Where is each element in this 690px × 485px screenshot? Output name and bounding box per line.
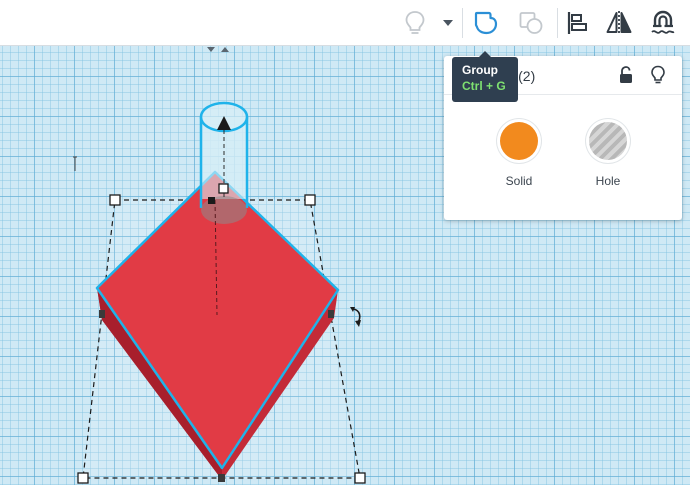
unlock-icon[interactable] xyxy=(618,66,634,84)
tooltip-title: Group xyxy=(462,63,498,77)
hole-option[interactable]: Hole xyxy=(578,122,638,188)
handle-mid-left[interactable] xyxy=(99,310,105,318)
solid-swatch[interactable] xyxy=(500,122,538,160)
handle-back-right[interactable] xyxy=(304,194,316,206)
handle-center-top[interactable] xyxy=(208,197,215,204)
handle-height[interactable] xyxy=(218,183,229,194)
handle-back-left[interactable] xyxy=(109,194,121,206)
handle-front-right[interactable] xyxy=(354,472,366,484)
handle-front-mid[interactable] xyxy=(218,474,225,482)
cylinder-overlay xyxy=(199,101,249,224)
hole-label: Hole xyxy=(595,174,621,188)
lightbulb-icon[interactable] xyxy=(650,65,666,85)
nudge-arrows-icon xyxy=(207,47,229,52)
solid-label: Solid xyxy=(505,174,533,188)
text-cursor-icon xyxy=(73,156,77,171)
hole-swatch[interactable] xyxy=(589,122,627,160)
tooltip-shortcut: Ctrl + G xyxy=(462,79,506,93)
handle-mid-right[interactable] xyxy=(328,310,334,318)
solid-option[interactable]: Solid xyxy=(489,122,549,188)
rotate-handle-icon[interactable] xyxy=(349,305,367,329)
group-tooltip: Group Ctrl + G xyxy=(452,51,518,102)
handle-front-left[interactable] xyxy=(77,472,89,484)
